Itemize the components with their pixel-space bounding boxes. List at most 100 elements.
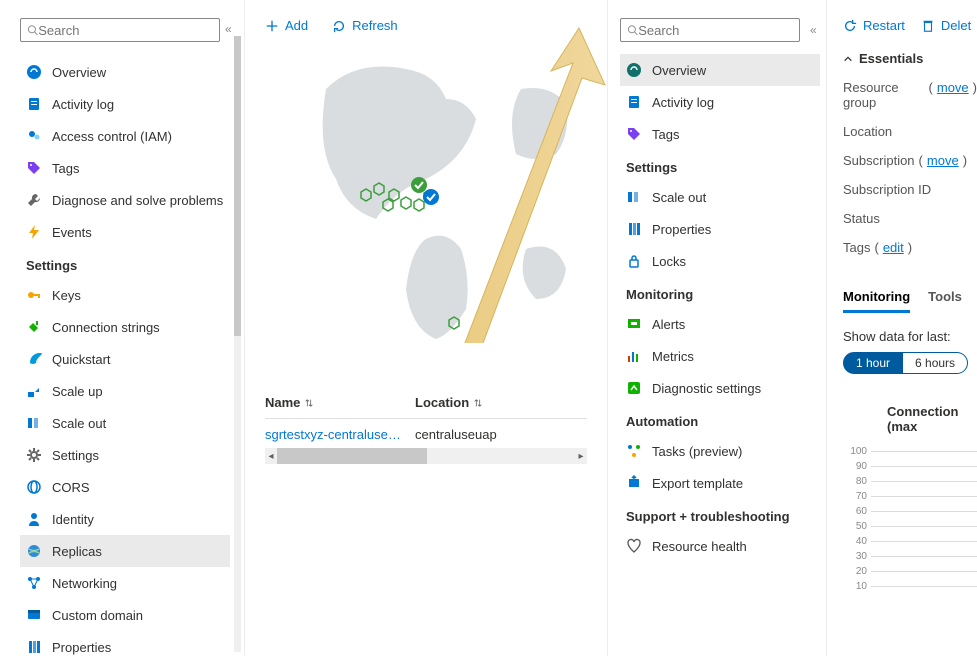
export-icon bbox=[626, 475, 642, 491]
connection-chart: Connection (max 100908070605040302010 bbox=[843, 404, 977, 596]
sidebar2-item-tags[interactable]: Tags bbox=[620, 118, 820, 150]
essentials-link[interactable]: move bbox=[937, 80, 969, 110]
sidebar-item-label: Activity log bbox=[52, 97, 114, 112]
collapse-sidebar2-button[interactable]: « bbox=[810, 23, 817, 37]
sidebar-item-replicas[interactable]: Replicas bbox=[20, 535, 230, 567]
cors-icon bbox=[26, 479, 42, 495]
plus-icon bbox=[265, 19, 279, 33]
sidebar-scrollbar-thumb[interactable] bbox=[234, 36, 241, 336]
sidebar-item-scaleup[interactable]: Scale up bbox=[20, 375, 230, 407]
identity-icon bbox=[26, 511, 42, 527]
events-icon bbox=[26, 224, 42, 240]
col-header-location[interactable]: Location bbox=[415, 395, 535, 410]
sidebar-item-label: Tags bbox=[52, 161, 79, 176]
scroll-right-icon[interactable]: ▸ bbox=[575, 448, 587, 464]
sidebar-item-network[interactable]: Networking bbox=[20, 567, 230, 599]
scroll-left-icon[interactable]: ◂ bbox=[265, 448, 277, 464]
delete-button[interactable]: Delet bbox=[921, 18, 971, 33]
props-icon bbox=[26, 639, 42, 655]
sidebar-item-settings[interactable]: Settings bbox=[20, 439, 230, 471]
sidebar2-item-label: Diagnostic settings bbox=[652, 381, 761, 396]
table-row[interactable]: sgrtestxyz-centraluseu…centraluseuap bbox=[265, 418, 587, 442]
sidebar-item-overview[interactable]: Overview bbox=[20, 56, 230, 88]
sidebar-item-label: Identity bbox=[52, 512, 94, 527]
sidebar-item-events[interactable]: Events bbox=[20, 216, 230, 248]
tab-monitoring[interactable]: Monitoring bbox=[843, 289, 910, 313]
sidebar2-group-header: Support + troubleshooting bbox=[620, 499, 826, 530]
restart-button[interactable]: Restart bbox=[843, 18, 905, 33]
y-tick: 70 bbox=[843, 491, 977, 506]
sidebar-item-props[interactable]: Properties bbox=[20, 631, 230, 656]
col-header-name[interactable]: Name bbox=[265, 395, 415, 410]
sidebar2-item-label: Tasks (preview) bbox=[652, 444, 742, 459]
cdomain-icon bbox=[26, 607, 42, 623]
essentials-row: Status bbox=[843, 197, 977, 226]
sidebar-item-quick[interactable]: Quickstart bbox=[20, 343, 230, 375]
sidebar2-item-metrics[interactable]: Metrics bbox=[620, 340, 820, 372]
essentials-row: Location bbox=[843, 110, 977, 139]
sidebar2-item-tasks[interactable]: Tasks (preview) bbox=[620, 435, 820, 467]
essentials-row: Subscription ID bbox=[843, 168, 977, 197]
time-pill[interactable]: 1 hour bbox=[843, 352, 903, 374]
sidebar2-search-input[interactable] bbox=[638, 23, 793, 38]
sidebar-item-scaleout[interactable]: Scale out bbox=[20, 407, 230, 439]
sidebar-search[interactable] bbox=[20, 18, 220, 42]
y-tick: 90 bbox=[843, 461, 977, 476]
network-icon bbox=[26, 575, 42, 591]
y-tick: 10 bbox=[843, 581, 977, 596]
sidebar2-item-reshealth[interactable]: Resource health bbox=[620, 530, 820, 562]
sidebar2-item-label: Activity log bbox=[652, 95, 714, 110]
chart-title: Connection (max bbox=[843, 404, 977, 434]
replicas-icon bbox=[26, 543, 42, 559]
sidebar-item-label: Scale out bbox=[52, 416, 106, 431]
sidebar2-item-label: Resource health bbox=[652, 539, 747, 554]
refresh-icon bbox=[332, 19, 346, 33]
essentials-link[interactable]: edit bbox=[883, 240, 904, 255]
sidebar2-item-scaleout[interactable]: Scale out bbox=[620, 181, 820, 213]
sidebar-item-label: Properties bbox=[52, 640, 111, 655]
sidebar-search-input[interactable] bbox=[38, 23, 213, 38]
sidebar-item-cdomain[interactable]: Custom domain bbox=[20, 599, 230, 631]
essentials-toggle[interactable]: Essentials bbox=[843, 33, 977, 66]
overview-icon bbox=[626, 62, 642, 78]
sidebar2-search[interactable] bbox=[620, 18, 800, 42]
essentials-link[interactable]: move bbox=[927, 153, 959, 168]
reshealth-icon bbox=[626, 538, 642, 554]
table-h-scrollbar[interactable]: ◂ ▸ bbox=[265, 448, 587, 464]
collapse-sidebar-button[interactable]: « bbox=[225, 22, 232, 36]
scrollbar-thumb[interactable] bbox=[277, 448, 427, 464]
sidebar-item-tags[interactable]: Tags bbox=[20, 152, 230, 184]
sidebar-item-iam[interactable]: Access control (IAM) bbox=[20, 120, 230, 152]
sidebar-item-activity[interactable]: Activity log bbox=[20, 88, 230, 120]
tab-tools[interactable]: Tools bbox=[928, 289, 962, 313]
show-data-for-label: Show data for last: bbox=[843, 313, 977, 344]
search-icon bbox=[27, 24, 38, 36]
sidebar2-item-label: Locks bbox=[652, 254, 686, 269]
sidebar-item-cors[interactable]: CORS bbox=[20, 471, 230, 503]
sidebar-item-label: Keys bbox=[52, 288, 81, 303]
essentials-row: Resource group (move) bbox=[843, 66, 977, 110]
sidebar2-item-export[interactable]: Export template bbox=[620, 467, 820, 499]
sidebar2-item-props[interactable]: Properties bbox=[620, 213, 820, 245]
add-button[interactable]: Add bbox=[265, 18, 308, 33]
diagset-icon bbox=[626, 380, 642, 396]
essentials-row: Subscription (move) bbox=[843, 139, 977, 168]
sidebar2-item-overview[interactable]: Overview bbox=[620, 54, 820, 86]
time-pill[interactable]: 6 hours bbox=[903, 352, 968, 374]
quick-icon bbox=[26, 351, 42, 367]
world-map[interactable] bbox=[265, 49, 587, 369]
sidebar-item-diag[interactable]: Diagnose and solve problems bbox=[20, 184, 230, 216]
details-pane: Restart Delet Essentials Resource group … bbox=[827, 0, 977, 656]
row-name-link[interactable]: sgrtestxyz-centraluseu… bbox=[265, 427, 405, 442]
sidebar2-item-label: Export template bbox=[652, 476, 743, 491]
sidebar2-item-locks[interactable]: Locks bbox=[620, 245, 820, 277]
sidebar-item-conn[interactable]: Connection strings bbox=[20, 311, 230, 343]
sidebar2-item-activity[interactable]: Activity log bbox=[620, 86, 820, 118]
sidebar-item-keys[interactable]: Keys bbox=[20, 279, 230, 311]
sidebar-item-label: Custom domain bbox=[52, 608, 143, 623]
sidebar2-item-label: Scale out bbox=[652, 190, 706, 205]
sidebar-item-identity[interactable]: Identity bbox=[20, 503, 230, 535]
refresh-button[interactable]: Refresh bbox=[332, 18, 398, 33]
sidebar2-item-alerts[interactable]: Alerts bbox=[620, 308, 820, 340]
sidebar2-item-diagset[interactable]: Diagnostic settings bbox=[620, 372, 820, 404]
